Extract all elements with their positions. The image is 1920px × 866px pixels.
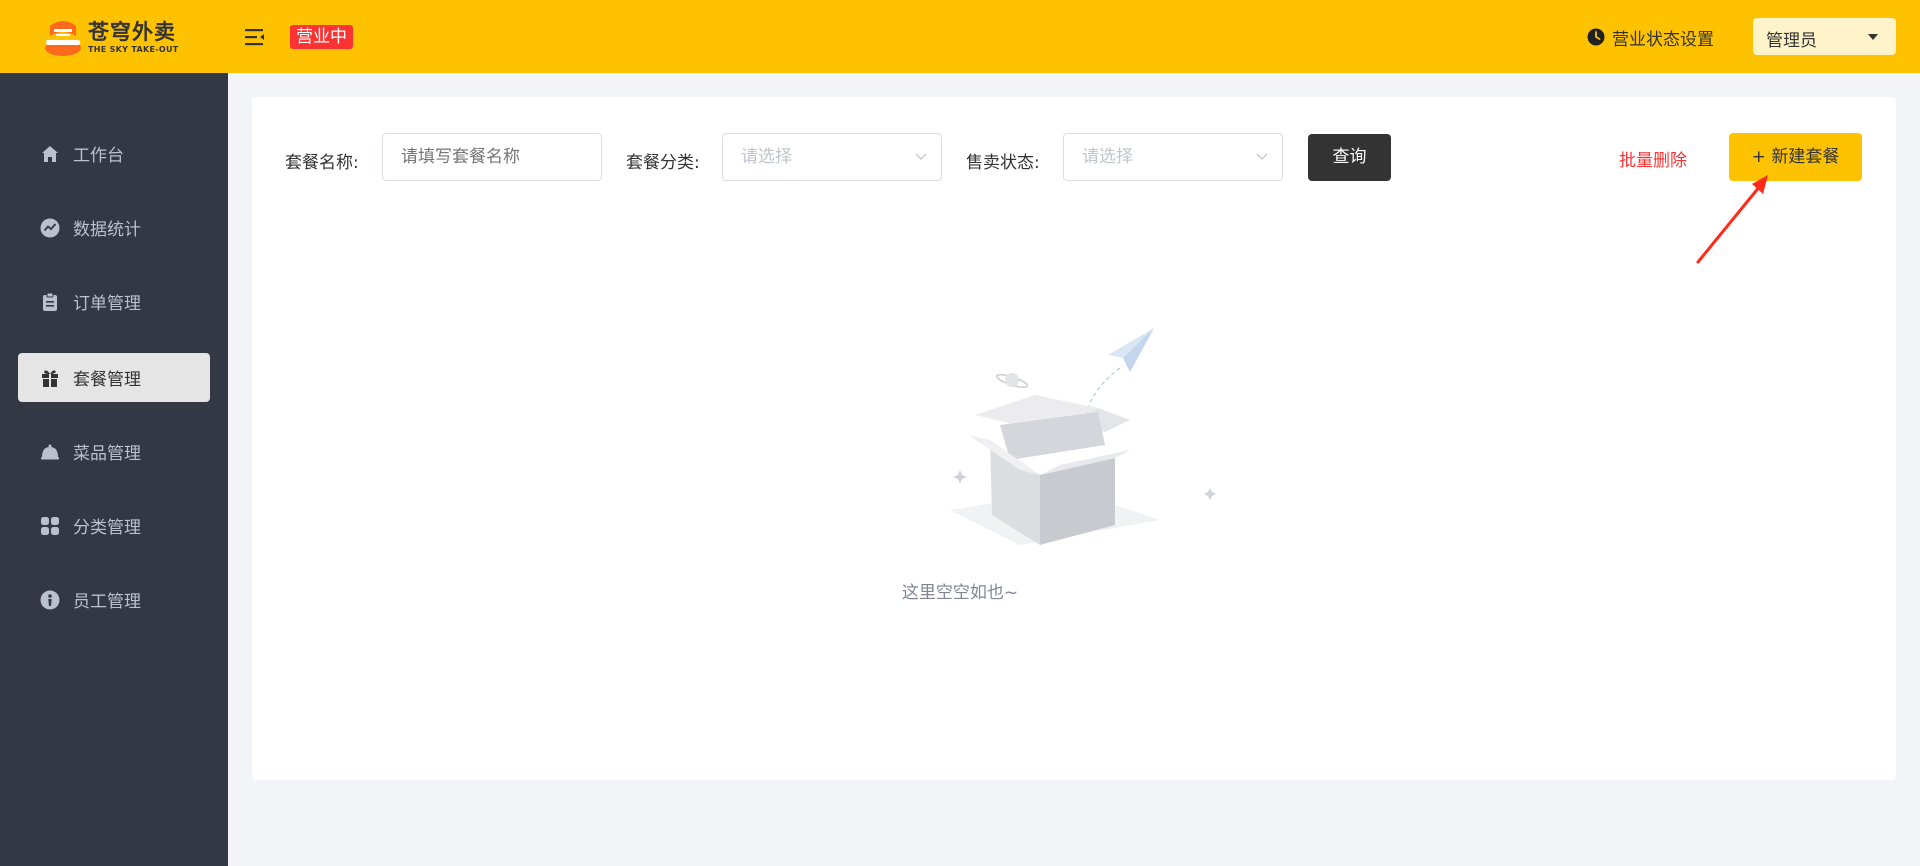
sidebar-item-label: 工作台 (73, 146, 124, 166)
sidebar-item-orders[interactable]: 订单管理 (18, 277, 210, 326)
sidebar: 工作台 数据统计 订单管理 套餐管理 菜品管理 分类管理 员工管理 (0, 73, 228, 866)
logo-icon (45, 21, 81, 56)
grid-icon (40, 516, 60, 536)
business-status-badge: 营业中 (290, 25, 353, 49)
caret-down-icon (1868, 34, 1878, 40)
sidebar-item-dishes[interactable]: 菜品管理 (18, 427, 210, 476)
sidebar-item-label: 数据统计 (73, 220, 141, 240)
top-header: 苍穹外卖 THE SKY TAKE-OUT 营业中 营业状态设置 管理员 (0, 0, 1920, 73)
logo: 苍穹外卖 THE SKY TAKE-OUT (42, 18, 179, 58)
gift-icon (40, 368, 60, 388)
sidebar-item-combo[interactable]: 套餐管理 (18, 353, 210, 402)
menu-collapse-icon[interactable] (243, 26, 267, 48)
logo-title: 苍穹外卖 (88, 20, 176, 44)
sale-status-placeholder: 请选择 (1082, 147, 1133, 167)
sidebar-item-label: 分类管理 (73, 518, 141, 538)
chevron-down-icon (1256, 153, 1268, 160)
logo-subtitle: THE SKY TAKE-OUT (88, 45, 179, 54)
empty-box-illustration (950, 328, 1216, 545)
sidebar-item-label: 套餐管理 (73, 370, 141, 390)
chevron-down-icon (915, 153, 927, 160)
sidebar-item-categories[interactable]: 分类管理 (18, 501, 210, 550)
empty-state-text: 这里空空如也~ (901, 583, 1019, 603)
combo-name-label: 套餐名称: (285, 153, 359, 173)
combo-category-select[interactable]: 请选择 (722, 133, 942, 181)
sale-status-select[interactable]: 请选择 (1063, 133, 1283, 181)
combo-name-input[interactable] (382, 133, 602, 181)
combo-category-placeholder: 请选择 (741, 147, 792, 167)
home-icon (40, 144, 60, 164)
chart-icon (40, 218, 60, 238)
combo-category-label: 套餐分类: (626, 153, 700, 173)
user-dropdown[interactable]: 管理员 (1753, 18, 1896, 55)
batch-delete-button[interactable]: 批量删除 (1619, 146, 1687, 171)
sidebar-item-label: 订单管理 (73, 294, 141, 314)
query-button[interactable]: 查询 (1308, 134, 1391, 181)
shop-status-setting-link[interactable]: 营业状态设置 (1587, 26, 1714, 50)
sidebar-item-workbench[interactable]: 工作台 (18, 129, 210, 178)
user-name: 管理员 (1766, 31, 1817, 51)
red-arrow-annotation (1696, 175, 1768, 264)
shop-status-setting-label: 营业状态设置 (1612, 29, 1714, 50)
clock-icon (1587, 28, 1605, 46)
sidebar-item-label: 菜品管理 (73, 444, 141, 464)
sale-status-label: 售卖状态: (966, 153, 1040, 173)
sidebar-item-statistics[interactable]: 数据统计 (18, 203, 210, 252)
dish-icon (40, 442, 60, 462)
clipboard-icon (40, 292, 60, 312)
